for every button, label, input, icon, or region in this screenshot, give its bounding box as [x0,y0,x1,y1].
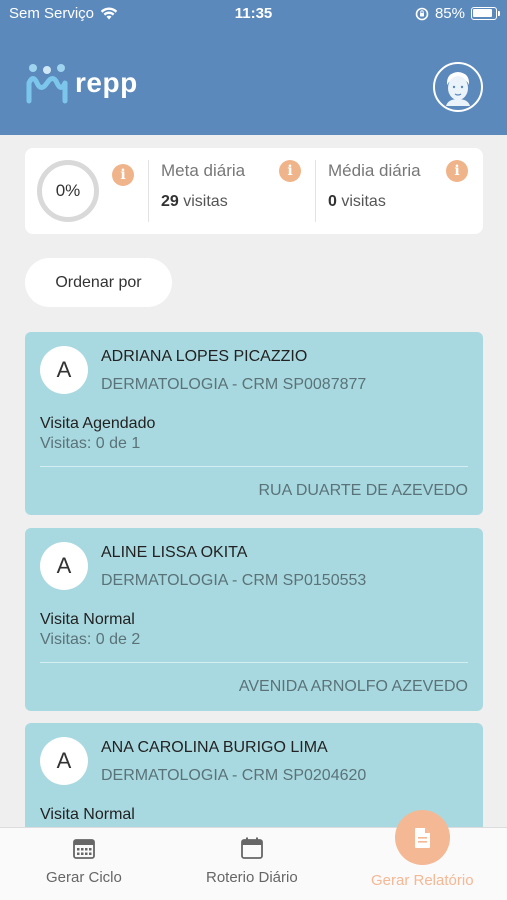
visit-type: Visita Normal [40,611,135,628]
profile-avatar-button[interactable] [433,62,483,112]
card-divider [40,662,468,663]
visit-count: Visitas: 0 de 2 [40,631,141,648]
doctor-name: ADRIANA LOPES PICAZZIO [101,348,308,365]
battery-icon [471,7,500,20]
calendar-grid-icon [73,839,95,859]
stats-divider [315,160,316,222]
stats-divider [148,160,149,222]
sort-button[interactable]: Ordenar por [25,258,172,307]
daily-progress-ring: 0% [37,160,99,222]
doctor-avatar: A [40,346,88,394]
app-name: repp [75,67,138,98]
nav-gerar-ciclo[interactable]: Gerar Ciclo [46,836,122,886]
status-bar: Sem Serviço 11:35 85% [0,0,507,28]
visit-address: AVENIDA ARNOLFO AZEVEDO [238,678,468,695]
doctor-specialty: DERMATOLOGIA - CRM SP0204620 [101,767,367,784]
visit-type: Visita Normal [40,806,135,823]
doctor-name: ALINE LISSA OKITA [101,544,248,561]
document-icon [414,827,430,848]
visit-card[interactable]: A ALINE LISSA OKITA DERMATOLOGIA - CRM S… [25,528,483,711]
progress-percent: 0% [55,181,81,200]
status-right: 85% [415,5,500,22]
app-header: repp [0,28,507,135]
doctor-specialty: DERMATOLOGIA - CRM SP0150553 [101,572,367,589]
visit-card[interactable]: A ADRIANA LOPES PICAZZIO DERMATOLOGIA - … [25,332,483,515]
doctor-avatar: A [40,542,88,590]
user-face-icon [446,72,470,106]
nav-label-gerar-relatorio[interactable]: Gerar Relatório [371,872,474,889]
daily-avg-label: Média diária [328,161,421,180]
doctor-specialty: DERMATOLOGIA - CRM SP0087877 [101,376,367,393]
visit-address: RUA DUARTE DE AZEVEDO [258,482,468,499]
doctor-name: ANA CAROLINA BURIGO LIMA [101,739,328,756]
progress-info-icon[interactable]: i [112,164,134,186]
nav-roteiro-diario[interactable]: Roterio Diário [206,836,298,886]
app-logo: repp [25,61,138,105]
orientation-lock-icon [415,7,429,20]
daily-goal-info-icon[interactable]: i [279,160,301,182]
visit-type: Visita Agendado [40,415,156,432]
nav-label: Gerar Ciclo [46,869,122,886]
daily-goal-value: 29 visitas [161,193,228,210]
nav-label: Roterio Diário [206,869,298,886]
card-divider [40,466,468,467]
stats-card: 0% i Meta diária 29 visitas i Média diár… [25,148,483,234]
daily-avg-value: 0 visitas [328,193,386,210]
calendar-icon [240,837,263,859]
daily-goal-label: Meta diária [161,161,246,180]
daily-avg-info-icon[interactable]: i [446,160,468,182]
doctor-avatar: A [40,737,88,785]
gerar-relatorio-button[interactable] [395,810,450,865]
battery-percent: 85% [434,5,465,22]
visit-list[interactable]: A ADRIANA LOPES PICAZZIO DERMATOLOGIA - … [0,332,507,827]
visit-count: Visitas: 0 de 1 [40,435,141,452]
logo-mark-icon [26,64,68,104]
